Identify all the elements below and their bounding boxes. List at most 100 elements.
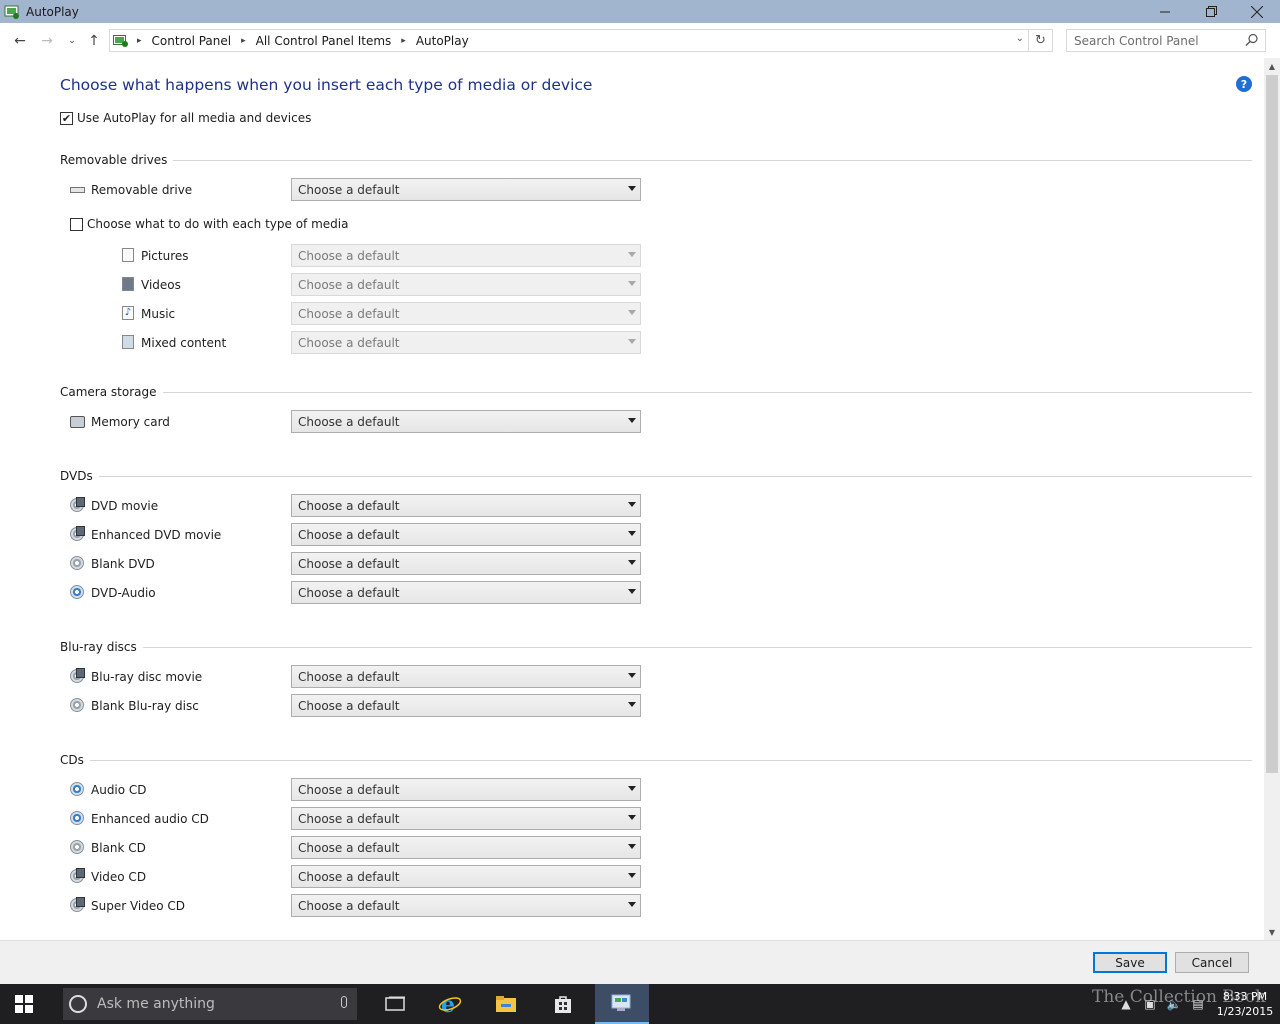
- camera-icon: [70, 414, 86, 430]
- minimize-button[interactable]: [1142, 0, 1188, 23]
- select-audio-cd[interactable]: Choose a default: [291, 778, 641, 801]
- chevron-down-icon: [628, 844, 636, 849]
- search-box[interactable]: [1066, 29, 1266, 52]
- item-dvd-audio: DVD-Audio: [70, 585, 156, 601]
- action-center-icon[interactable]: ▤: [1186, 997, 1210, 1011]
- help-button[interactable]: ?: [1236, 76, 1252, 92]
- cortana-search-box[interactable]: Ask me anything: [63, 988, 357, 1020]
- cortana-placeholder: Ask me anything: [97, 996, 215, 1012]
- control-panel-taskbar-button[interactable]: [595, 984, 649, 1024]
- close-button[interactable]: [1234, 0, 1280, 23]
- autoplay-app-icon: [4, 4, 20, 20]
- item-blank-bluray: Blank Blu-ray disc: [70, 698, 199, 714]
- page-title: Choose what happens when you insert each…: [60, 76, 593, 94]
- forward-button[interactable]: →: [37, 31, 57, 51]
- restore-button[interactable]: [1188, 0, 1234, 23]
- breadcrumb-autoplay[interactable]: AutoPlay: [416, 34, 469, 48]
- select-memory-card[interactable]: Choose a default: [291, 410, 641, 433]
- group-dvds: DVDs: [60, 469, 1252, 483]
- recent-locations-button[interactable]: ⌄: [62, 31, 82, 51]
- item-enhanced-dvd-movie: Enhanced DVD movie: [70, 526, 221, 543]
- checkbox-unchecked[interactable]: [70, 217, 83, 231]
- cortana-icon: [69, 995, 87, 1013]
- checkbox-checked[interactable]: ✔: [60, 111, 73, 125]
- scroll-down-icon[interactable]: ▼: [1264, 924, 1280, 940]
- close-icon: [1251, 5, 1263, 18]
- chevron-down-icon: [628, 589, 636, 594]
- chevron-right-icon: ▸: [401, 35, 406, 46]
- select-blank-bluray[interactable]: Choose a default: [291, 694, 641, 717]
- internet-explorer-button[interactable]: e: [426, 984, 474, 1024]
- select-videos[interactable]: Choose a default: [291, 273, 641, 296]
- select-enhanced-audio-cd[interactable]: Choose a default: [291, 807, 641, 830]
- select-mixed-content[interactable]: Choose a default: [291, 331, 641, 354]
- tray-overflow-icon[interactable]: ▲: [1114, 997, 1138, 1011]
- up-button[interactable]: ↑: [84, 31, 104, 51]
- item-videos: Videos: [120, 277, 181, 293]
- task-view-button[interactable]: [372, 984, 420, 1024]
- item-blank-dvd: Blank DVD: [70, 556, 155, 572]
- group-camera-storage: Camera storage: [60, 385, 1252, 399]
- select-super-video-cd[interactable]: Choose a default: [291, 894, 641, 917]
- volume-icon[interactable]: 🔈: [1162, 997, 1186, 1011]
- network-icon[interactable]: ▣: [1138, 997, 1162, 1011]
- item-super-video-cd: Super Video CD: [70, 897, 185, 914]
- chevron-right-icon: ▸: [137, 35, 142, 46]
- chevron-down-icon: [628, 673, 636, 678]
- select-dvd-audio[interactable]: Choose a default: [291, 581, 641, 604]
- video-disc-icon: [70, 897, 86, 914]
- item-video-cd: Video CD: [70, 868, 146, 885]
- group-title-cds: CDs: [60, 753, 84, 767]
- chevron-down-icon: [628, 339, 636, 344]
- video-disc-icon: [70, 868, 86, 885]
- start-button[interactable]: [0, 984, 48, 1024]
- back-button[interactable]: ←: [10, 31, 30, 51]
- chevron-down-icon: [628, 186, 636, 191]
- group-title-camera: Camera storage: [60, 385, 157, 399]
- task-view-icon: [385, 996, 405, 1011]
- forward-arrow-icon: →: [41, 33, 53, 49]
- save-button[interactable]: Save: [1093, 952, 1167, 973]
- use-autoplay-checkbox[interactable]: ✔ Use AutoPlay for all media and devices: [60, 111, 311, 125]
- address-bar[interactable]: ▸ Control Panel ▸ All Control Panel Item…: [109, 29, 1053, 52]
- refresh-button[interactable]: ↻: [1028, 30, 1052, 51]
- refresh-icon: ↻: [1035, 33, 1046, 48]
- enhanced-dvd-icon: [70, 526, 86, 543]
- select-music[interactable]: Choose a default: [291, 302, 641, 325]
- select-video-cd[interactable]: Choose a default: [291, 865, 641, 888]
- per-media-checkbox[interactable]: Choose what to do with each type of medi…: [70, 217, 348, 231]
- chevron-down-icon: [628, 252, 636, 257]
- control-panel-icon: [611, 994, 631, 1011]
- music-icon: ♪: [120, 306, 136, 322]
- microphone-icon[interactable]: [341, 996, 347, 1008]
- clock[interactable]: 8:33 PM 1/23/2015: [1210, 989, 1280, 1019]
- cancel-button[interactable]: Cancel: [1175, 952, 1249, 973]
- store-button[interactable]: [539, 984, 587, 1024]
- breadcrumb-control-panel[interactable]: Control Panel: [152, 34, 232, 48]
- scroll-up-icon[interactable]: ▲: [1264, 58, 1280, 74]
- breadcrumb-all-items[interactable]: All Control Panel Items: [256, 34, 392, 48]
- select-enhanced-dvd-movie[interactable]: Choose a default: [291, 523, 641, 546]
- per-media-label: Choose what to do with each type of medi…: [87, 217, 349, 231]
- dialog-button-bar: Save Cancel: [0, 940, 1280, 984]
- minimize-icon: [1160, 11, 1170, 12]
- item-audio-cd: Audio CD: [70, 782, 147, 798]
- audio-disc-icon: [70, 811, 86, 827]
- navigation-bar: ← → ⌄ ↑ ▸ Control Panel ▸ All Control Pa…: [0, 23, 1280, 58]
- select-dvd-movie[interactable]: Choose a default: [291, 494, 641, 517]
- file-explorer-button[interactable]: [482, 984, 530, 1024]
- blank-disc-icon: [70, 840, 86, 856]
- select-removable-drive[interactable]: Choose a default: [291, 178, 641, 201]
- address-dropdown-icon[interactable]: ⌄: [1016, 33, 1024, 44]
- vertical-scrollbar[interactable]: ▲ ▼: [1264, 58, 1280, 940]
- audio-disc-icon: [70, 782, 86, 798]
- item-mixed-content: Mixed content: [120, 335, 226, 351]
- select-pictures[interactable]: Choose a default: [291, 244, 641, 267]
- select-bluray-movie[interactable]: Choose a default: [291, 665, 641, 688]
- group-cds: CDs: [60, 753, 1252, 767]
- content-pane: Choose what happens when you insert each…: [0, 58, 1264, 940]
- scrollbar-thumb[interactable]: [1266, 75, 1278, 773]
- search-input[interactable]: [1067, 33, 1237, 48]
- select-blank-dvd[interactable]: Choose a default: [291, 552, 641, 575]
- select-blank-cd[interactable]: Choose a default: [291, 836, 641, 859]
